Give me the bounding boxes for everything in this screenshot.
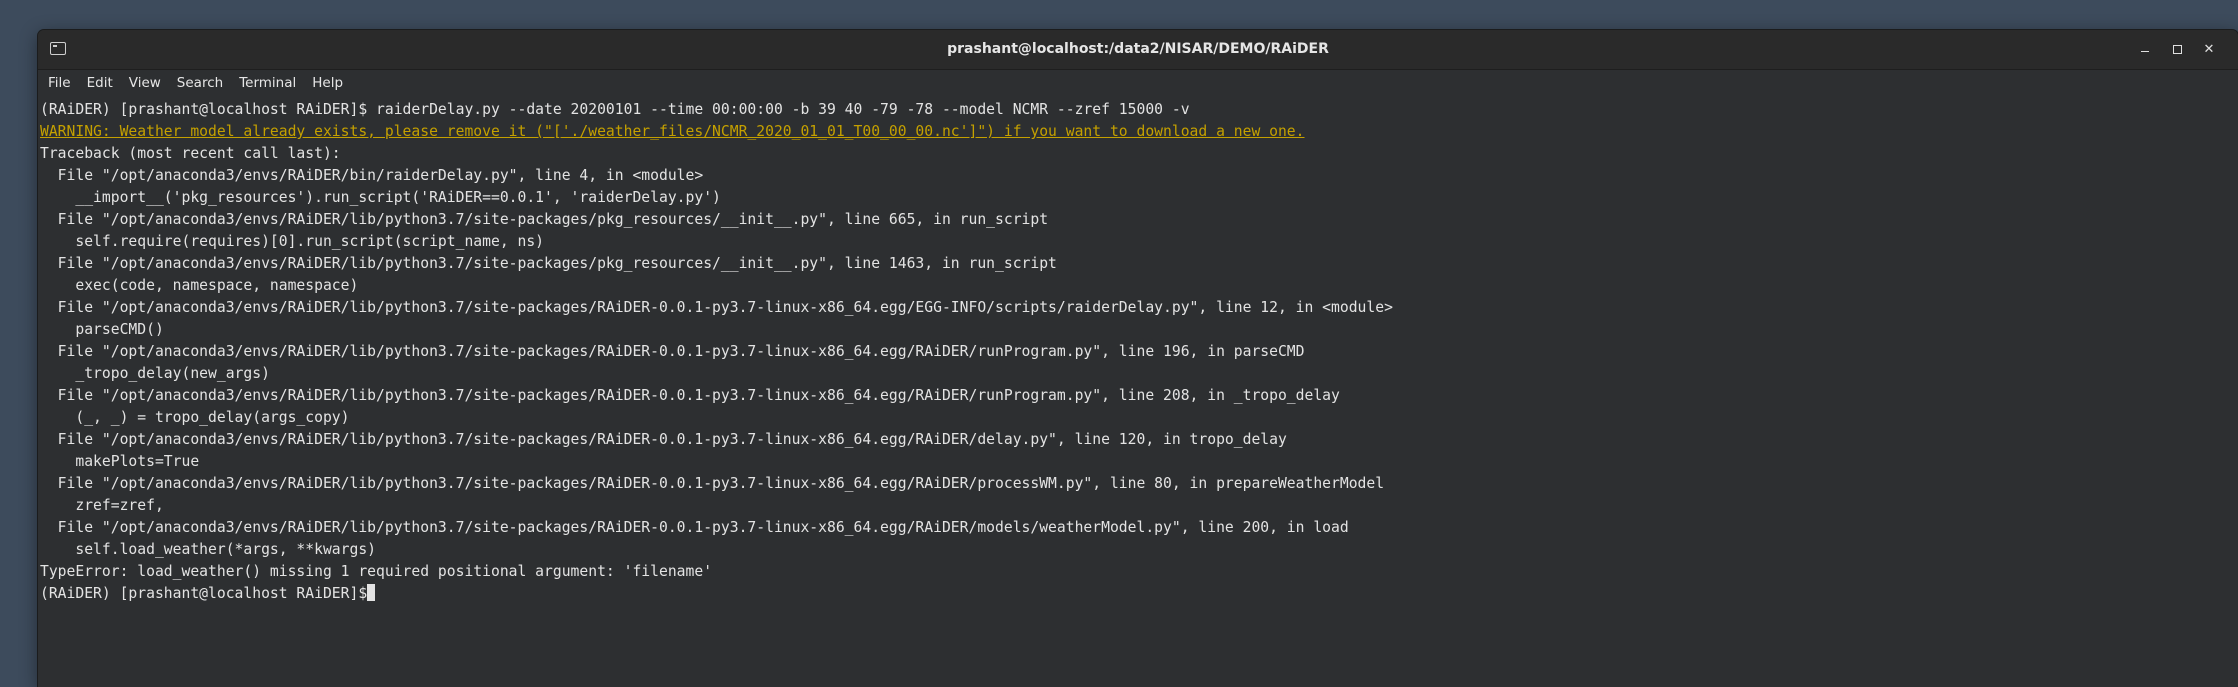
- traceback-line: self.load_weather(*args, **kwargs): [40, 541, 377, 558]
- traceback-line: makePlots=True: [40, 453, 200, 470]
- prompt-command-line: (RAiDER) [prashant@localhost RAiDER]$ ra…: [40, 101, 1190, 118]
- menu-bar: File Edit View Search Terminal Help: [38, 70, 2238, 96]
- warning-line: WARNING: Weather model already exists, p…: [40, 123, 1305, 140]
- menu-search[interactable]: Search: [169, 70, 231, 96]
- minimize-icon: [2141, 50, 2149, 53]
- prompt-text: (RAiDER) [prashant@localhost RAiDER]$: [40, 585, 368, 602]
- traceback-line: (_, _) = tropo_delay(args_copy): [40, 409, 350, 426]
- traceback-line: parseCMD(): [40, 321, 164, 338]
- window-title: prashant@localhost:/data2/NISAR/DEMO/RAi…: [947, 41, 1329, 57]
- traceback-line: _tropo_delay(new_args): [40, 365, 270, 382]
- error-line: TypeError: load_weather() missing 1 requ…: [40, 563, 713, 580]
- prompt-line: (RAiDER) [prashant@localhost RAiDER]$: [40, 583, 2236, 605]
- title-bar[interactable]: prashant@localhost:/data2/NISAR/DEMO/RAi…: [38, 30, 2238, 70]
- close-button[interactable]: ✕: [2198, 39, 2220, 61]
- traceback-line: zref=zref,: [40, 497, 164, 514]
- menu-help[interactable]: Help: [304, 70, 351, 96]
- terminal-output[interactable]: (RAiDER) [prashant@localhost RAiDER]$ ra…: [38, 96, 2238, 687]
- traceback-line: __import__('pkg_resources').run_script('…: [40, 189, 721, 206]
- traceback-line: File "/opt/anaconda3/envs/RAiDER/lib/pyt…: [40, 387, 1340, 404]
- close-icon: ✕: [2203, 42, 2215, 57]
- traceback-header: Traceback (most recent call last):: [40, 145, 341, 162]
- traceback-line: File "/opt/anaconda3/envs/RAiDER/lib/pyt…: [40, 211, 1049, 228]
- traceback-line: File "/opt/anaconda3/envs/RAiDER/lib/pyt…: [40, 475, 1385, 492]
- traceback-line: File "/opt/anaconda3/envs/RAiDER/lib/pyt…: [40, 431, 1287, 448]
- text-cursor: [367, 584, 376, 601]
- traceback-line: File "/opt/anaconda3/envs/RAiDER/bin/rai…: [40, 167, 704, 184]
- menu-file[interactable]: File: [40, 70, 79, 96]
- traceback-line: File "/opt/anaconda3/envs/RAiDER/lib/pyt…: [40, 299, 1393, 316]
- terminal-window: prashant@localhost:/data2/NISAR/DEMO/RAi…: [38, 30, 2238, 687]
- menu-view[interactable]: View: [121, 70, 169, 96]
- traceback-line: File "/opt/anaconda3/envs/RAiDER/lib/pyt…: [40, 343, 1305, 360]
- traceback-line: exec(code, namespace, namespace): [40, 277, 359, 294]
- maximize-icon: [2172, 45, 2182, 54]
- minimize-button[interactable]: [2134, 39, 2156, 61]
- maximize-button[interactable]: [2166, 39, 2188, 61]
- traceback-line: self.require(requires)[0].run_script(scr…: [40, 233, 545, 250]
- menu-terminal[interactable]: Terminal: [231, 70, 304, 96]
- menu-edit[interactable]: Edit: [79, 70, 121, 96]
- traceback-line: File "/opt/anaconda3/envs/RAiDER/lib/pyt…: [40, 255, 1057, 272]
- traceback-line: File "/opt/anaconda3/envs/RAiDER/lib/pyt…: [40, 519, 1349, 536]
